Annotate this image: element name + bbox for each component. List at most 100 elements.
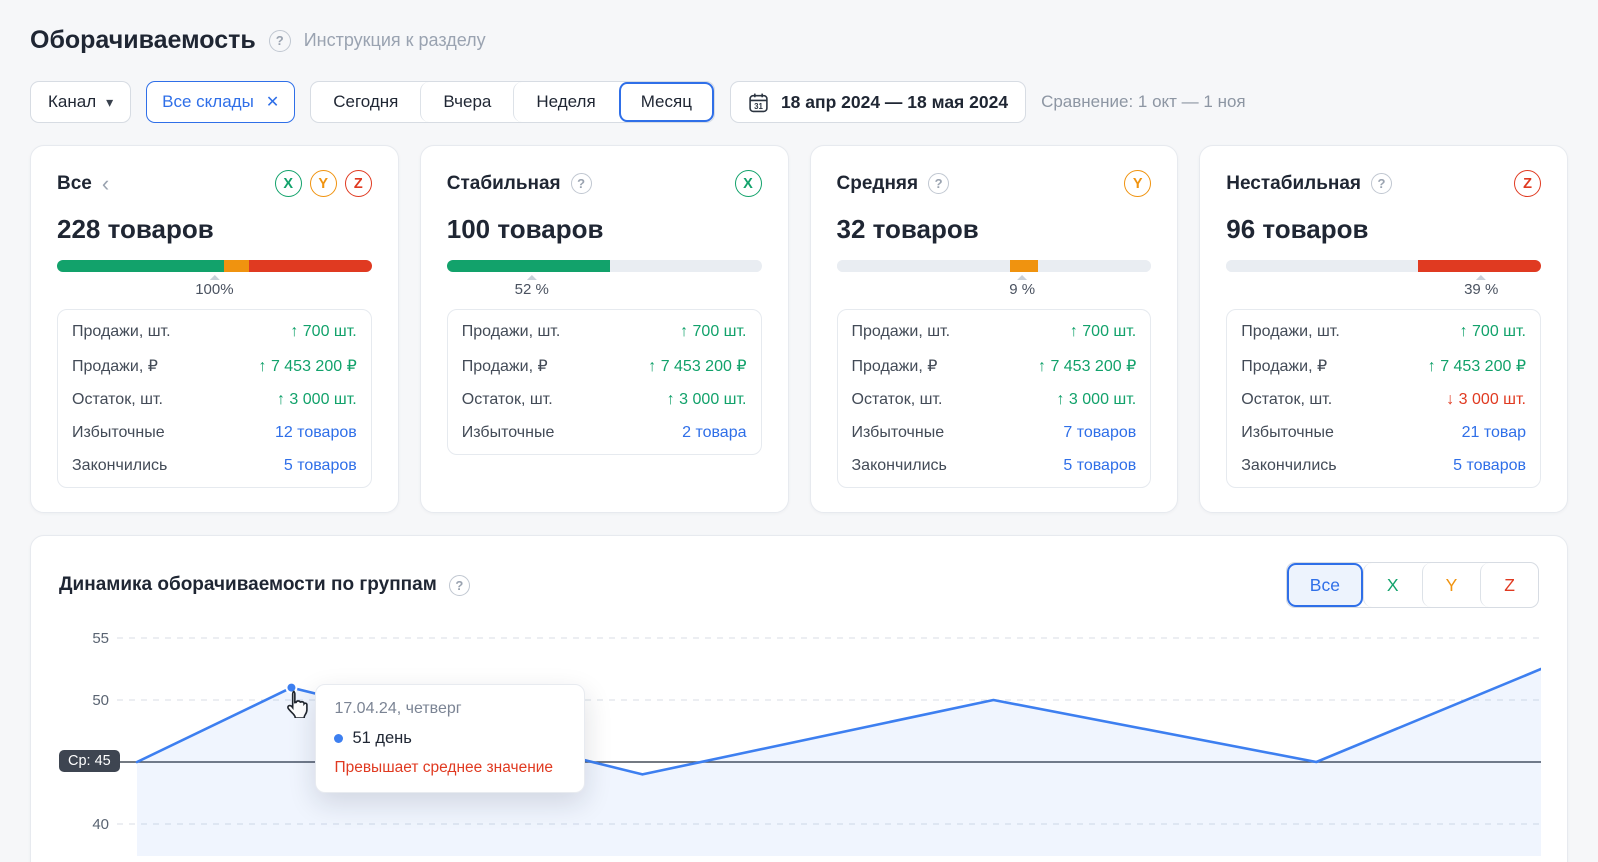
stat-row: Продажи, ₽↑ 7 453 200 ₽ <box>852 348 1137 383</box>
card-all: Все ‹ X Y Z 228 товаров 100% Продажи, шт… <box>30 145 399 513</box>
date-range-value: 18 апр 2024 — 18 мая 2024 <box>781 92 1008 113</box>
svg-text:55: 55 <box>92 630 109 647</box>
group-tab-y[interactable]: Y <box>1422 563 1481 607</box>
badge-y[interactable]: Y <box>310 170 337 197</box>
stat-link[interactable]: 5 товаров <box>284 457 357 475</box>
caret-up-icon <box>527 275 537 280</box>
help-icon[interactable]: ? <box>928 173 949 194</box>
progress-bar <box>837 260 1152 272</box>
card-title: Стабильная <box>447 173 561 195</box>
progress-bar <box>1226 260 1541 272</box>
period-tab-month[interactable]: Месяц <box>618 82 714 122</box>
caret-up-icon <box>209 275 219 280</box>
card-unstable: Нестабильная ? Z 96 товаров 39 % Продажи… <box>1199 145 1568 513</box>
stats-box: Продажи, шт.↑ 700 шт. Продажи, ₽↑ 7 453 … <box>837 309 1152 488</box>
card-title: Средняя <box>837 173 919 195</box>
date-range-picker[interactable]: 31 18 апр 2024 — 18 мая 2024 <box>730 81 1026 123</box>
stat-row: Остаток, шт.↑ 3 000 шт. <box>72 383 357 416</box>
period-tab-yesterday[interactable]: Вчера <box>420 82 513 122</box>
stats-box: Продажи, шт.↑ 700 шт. Продажи, ₽↑ 7 453 … <box>1226 309 1541 488</box>
instruction-link[interactable]: Инструкция к разделу <box>304 30 486 51</box>
chart-card: Динамика оборачиваемости по группам ? Вс… <box>30 535 1568 862</box>
period-tab-week[interactable]: Неделя <box>513 82 617 122</box>
stat-row: Избыточные 21 товар <box>1241 416 1526 449</box>
caret-up-icon <box>1476 275 1486 280</box>
card-title: Все <box>57 173 92 195</box>
progress-bar <box>57 260 372 272</box>
group-tab-all[interactable]: Все <box>1287 563 1363 607</box>
stat-row: Продажи, шт.↑ 700 шт. <box>72 315 357 348</box>
stat-label: Продажи, шт. <box>462 323 561 341</box>
help-icon[interactable]: ? <box>269 30 291 52</box>
warehouses-filter-chip[interactable]: Все склады ✕ <box>146 81 295 123</box>
stat-label: Продажи, ₽ <box>72 356 158 376</box>
stat-row: Остаток, шт.↑ 3 000 шт. <box>852 383 1137 416</box>
stat-value: ↑ 7 453 200 ₽ <box>1428 356 1526 376</box>
badge-x[interactable]: X <box>275 170 302 197</box>
stat-row: Избыточные2 товара <box>462 416 747 449</box>
stat-link[interactable]: 5 товаров <box>1453 457 1526 475</box>
help-icon[interactable]: ? <box>1371 173 1392 194</box>
summary-cards: Все ‹ X Y Z 228 товаров 100% Продажи, шт… <box>30 145 1568 513</box>
chart-title: Динамика оборачиваемости по группам <box>59 574 437 596</box>
help-icon[interactable]: ? <box>449 575 470 596</box>
chart-area: 555040 Ср: 45 17.04.24, четверг 51 день … <box>59 624 1539 861</box>
tooltip-date: 17.04.24, четверг <box>334 700 566 718</box>
warehouses-chip-label: Все склады <box>162 92 254 112</box>
calendar-icon: 31 <box>748 92 769 113</box>
card-count: 96 товаров <box>1226 214 1541 245</box>
stat-link[interactable]: 5 товаров <box>1063 457 1136 475</box>
close-icon[interactable]: ✕ <box>266 92 279 112</box>
channel-dropdown[interactable]: Канал ▾ <box>30 81 131 123</box>
stat-row: Избыточные12 товаров <box>72 416 357 449</box>
turnover-line-chart[interactable]: 555040 <box>59 624 1541 856</box>
stat-value: ↑ 7 453 200 ₽ <box>258 356 356 376</box>
badge-x[interactable]: X <box>735 170 762 197</box>
tooltip-note: Превышает среднее значение <box>334 759 566 777</box>
period-tab-today[interactable]: Сегодня <box>311 82 420 122</box>
stat-row: Закончились 5 товаров <box>852 449 1137 482</box>
group-tab-z[interactable]: Z <box>1480 563 1538 607</box>
stat-row: Продажи, шт.↑ 700 шт. <box>1241 315 1526 348</box>
card-count: 228 товаров <box>57 214 372 245</box>
stat-row: Закончились5 товаров <box>1241 449 1526 482</box>
stat-link[interactable]: 2 товара <box>682 424 746 442</box>
stat-link[interactable]: 21 товар <box>1462 424 1526 442</box>
stat-label: Закончились <box>852 457 947 475</box>
group-toggle: Все X Y Z <box>1286 562 1539 608</box>
stat-label: Продажи, шт. <box>72 323 171 341</box>
chevron-left-icon[interactable]: ‹ <box>102 173 109 195</box>
stat-row: Продажи, ₽↑ 7 453 200 ₽ <box>1241 348 1526 383</box>
badge-y[interactable]: Y <box>1124 170 1151 197</box>
bar-percent: 100% <box>195 275 233 298</box>
stat-link[interactable]: 12 товаров <box>275 424 357 442</box>
stat-label: Остаток, шт. <box>462 391 553 409</box>
chevron-down-icon: ▾ <box>106 94 113 111</box>
badge-z[interactable]: Z <box>1514 170 1541 197</box>
page-title: Оборачиваемость <box>30 26 256 55</box>
stat-row: Остаток, шт.↓ 3 000 шт. <box>1241 383 1526 416</box>
badge-z[interactable]: Z <box>345 170 372 197</box>
card-count: 32 товаров <box>837 214 1152 245</box>
bar-percent: 39 % <box>1464 275 1498 298</box>
help-icon[interactable]: ? <box>571 173 592 194</box>
group-tab-x[interactable]: X <box>1363 563 1422 607</box>
stat-row: Избыточные7 товаров <box>852 416 1137 449</box>
stat-value: ↑ 700 шт. <box>1070 323 1136 341</box>
svg-text:31: 31 <box>754 101 763 110</box>
stats-box: Продажи, шт.↑ 700 шт. Продажи, ₽↑ 7 453 … <box>447 309 762 455</box>
stat-label: Остаток, шт. <box>852 391 943 409</box>
stat-value: ↑ 3 000 шт. <box>667 391 747 409</box>
stat-label: Продажи, шт. <box>1241 323 1340 341</box>
comparison-label: Сравнение: 1 окт — 1 ноя <box>1041 92 1246 112</box>
stat-row: Продажи, ₽↑ 7 453 200 ₽ <box>462 348 747 383</box>
card-title: Нестабильная <box>1226 173 1361 195</box>
series-dot-icon <box>334 734 343 743</box>
stat-link[interactable]: 7 товаров <box>1063 424 1136 442</box>
chart-tooltip: 17.04.24, четверг 51 день Превышает сред… <box>315 684 585 793</box>
stat-label: Избыточные <box>1241 424 1334 442</box>
caret-up-icon <box>1017 275 1027 280</box>
stat-row: Продажи, шт.↑ 700 шт. <box>462 315 747 348</box>
stat-row: Остаток, шт. ↑ 3 000 шт. <box>462 383 747 416</box>
stat-row: Продажи, ₽ ↑ 7 453 200 ₽ <box>72 348 357 383</box>
